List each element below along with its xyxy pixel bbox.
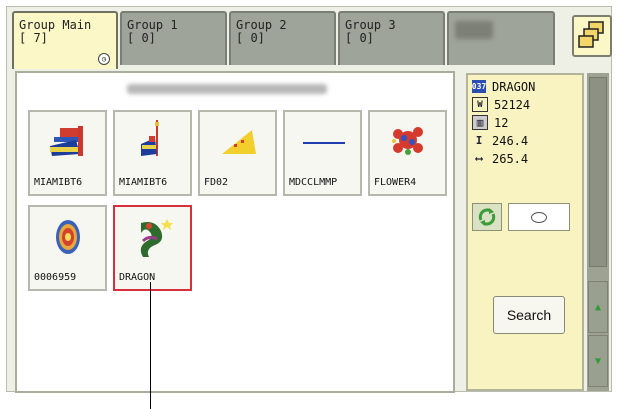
scrollbar[interactable]: ▲ ▼	[587, 73, 609, 391]
stitch-count-icon: W	[472, 97, 488, 112]
flag-design-icon	[115, 112, 190, 172]
design-label: MIAMIBT6	[119, 177, 168, 188]
layers-icon	[578, 21, 604, 48]
design-tile[interactable]: FD02	[198, 110, 277, 196]
design-label: MDCCLMMP	[289, 177, 338, 188]
dragon-design-icon	[115, 207, 190, 267]
info-colors-row: ▥ 12	[472, 115, 508, 130]
design-label: FD02	[204, 177, 229, 188]
recycle-icon	[478, 208, 496, 226]
arrow-up-icon: ▲	[594, 301, 602, 313]
tab-count: [ 7]	[19, 31, 48, 45]
tab-group-2[interactable]: Group 2 [ 0]	[229, 11, 336, 65]
color-count-icon: ▥	[472, 115, 488, 130]
obscured-tab-label	[455, 21, 493, 39]
tab-obscured[interactable]	[447, 11, 555, 65]
obscured-heading	[127, 84, 327, 94]
line-design-icon	[285, 112, 360, 172]
scroll-up-button[interactable]: ▲	[588, 281, 608, 333]
design-tile[interactable]: MIAMIBT6	[113, 110, 192, 196]
tab-group-main[interactable]: Group Main [ 7] ◷	[12, 11, 118, 69]
info-width-row: ⟷ 265.4	[472, 151, 528, 166]
layers-button[interactable]	[572, 15, 612, 57]
design-id-icon: 037	[471, 80, 487, 93]
info-stitches: 52124	[494, 97, 531, 112]
design-grid: MIAMIBT6 MIAMIBT6 FD02 MDCCLMMP FLOWER4 …	[15, 71, 455, 393]
design-label: 0006959	[34, 272, 77, 283]
tab-group-1[interactable]: Group 1 [ 0]	[120, 11, 227, 65]
info-stitches-row: W 52124	[472, 97, 530, 112]
info-height: 246.4	[492, 133, 529, 148]
hoop-selector[interactable]	[508, 203, 570, 231]
scrollbar-thumb[interactable]	[589, 77, 607, 267]
hoop-icon	[531, 211, 547, 223]
arrow-down-icon: ▼	[594, 355, 602, 367]
callout-line	[150, 282, 151, 409]
height-icon: I	[475, 134, 483, 147]
design-label: MIAMIBT6	[34, 177, 83, 188]
width-icon: ⟷	[475, 152, 483, 165]
flag-design-icon	[30, 112, 105, 172]
tab-count: [ 0]	[345, 31, 374, 45]
design-info-panel: 037 DRAGON W 52124 ▥ 12 I 246.4 ⟷ 265.4	[466, 73, 584, 391]
design-tile[interactable]: FLOWER4	[368, 110, 447, 196]
embroidery-screen: Group Main [ 7] ◷ Group 1 [ 0] Group 2 […	[6, 6, 612, 393]
clock-icon: ◷	[98, 53, 110, 65]
design-tile[interactable]: MDCCLMMP	[283, 110, 362, 196]
medallion-design-icon	[30, 207, 105, 267]
info-width: 265.4	[492, 151, 529, 166]
tab-count: [ 0]	[236, 31, 265, 45]
info-height-row: I 246.4	[472, 133, 528, 148]
scroll-down-button[interactable]: ▼	[588, 335, 608, 387]
recycle-toggle-button[interactable]	[472, 203, 502, 231]
info-name-row: 037 DRAGON	[471, 79, 536, 94]
tab-count: [ 0]	[127, 31, 156, 45]
design-label: FLOWER4	[374, 177, 417, 188]
wedge-design-icon	[200, 112, 275, 172]
design-tile[interactable]: MIAMIBT6	[28, 110, 107, 196]
flower-design-icon	[370, 112, 445, 172]
info-name: DRAGON	[492, 79, 536, 94]
design-tile-selected[interactable]: DRAGON	[113, 205, 192, 291]
design-tile[interactable]: 0006959	[28, 205, 107, 291]
info-colors: 12	[494, 115, 509, 130]
tab-group-3[interactable]: Group 3 [ 0]	[338, 11, 445, 65]
search-button[interactable]: Search	[493, 296, 565, 334]
